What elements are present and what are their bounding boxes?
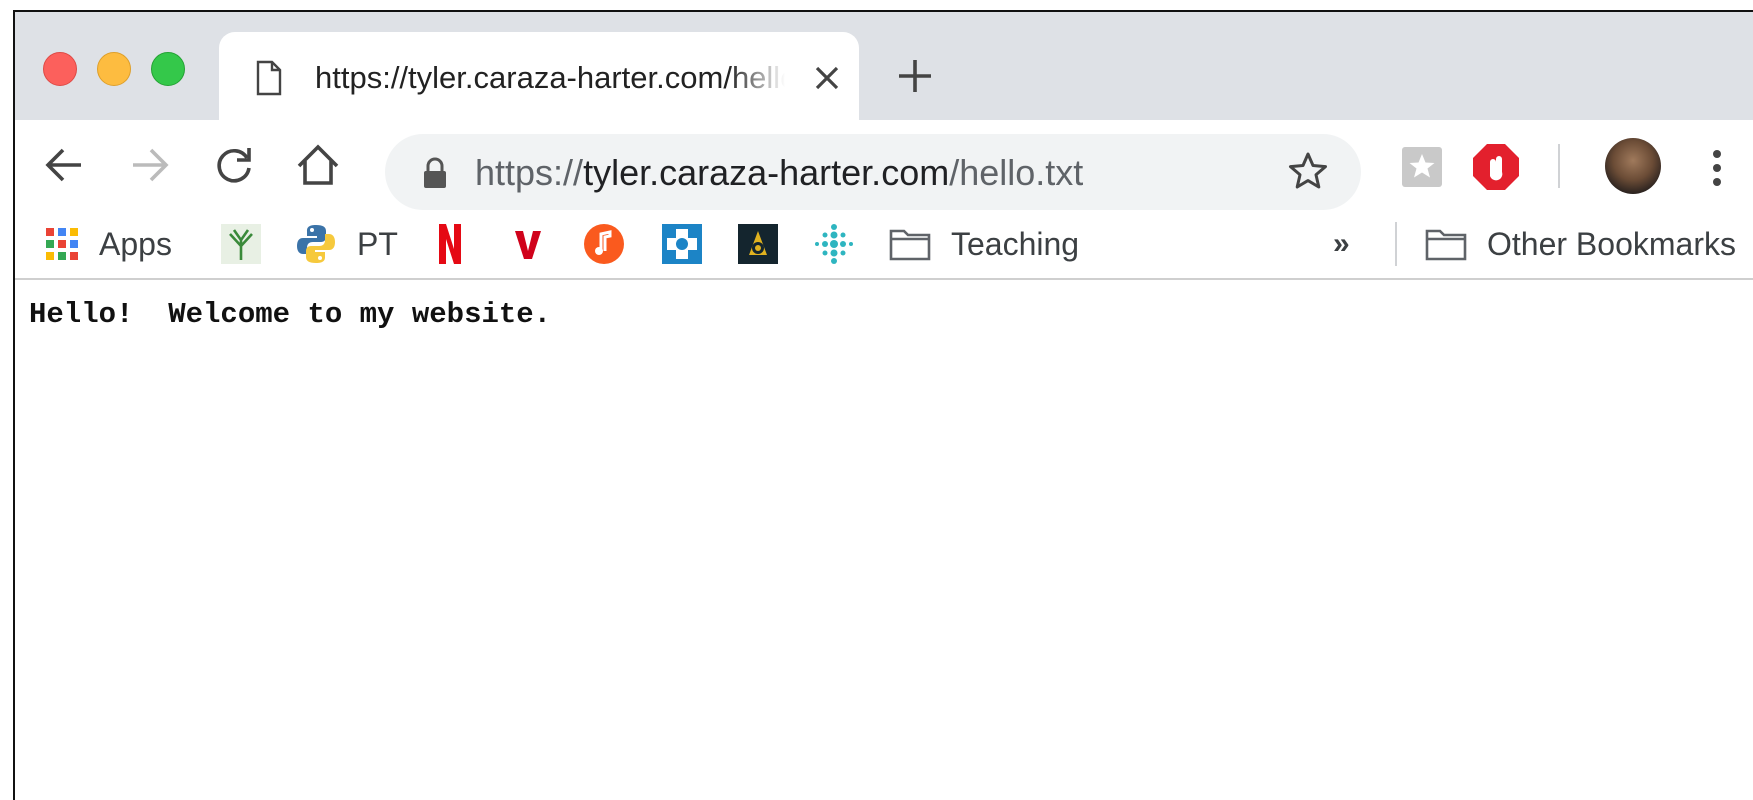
bookmark-label: Apps xyxy=(99,225,172,262)
bookmark-label: Other Bookmarks xyxy=(1487,225,1736,262)
browser-window: https://tyler.caraza-harter.com/hello.tx… xyxy=(13,10,1753,800)
python-icon xyxy=(297,225,335,263)
profile-avatar[interactable] xyxy=(1605,138,1661,194)
url-path: /hello.txt xyxy=(949,152,1084,193)
address-bar[interactable]: https://tyler.caraza-harter.com/hello.tx… xyxy=(385,134,1361,210)
netflix-icon xyxy=(439,224,461,264)
page-icon xyxy=(256,60,282,96)
window-close-button[interactable] xyxy=(43,52,77,86)
forward-icon[interactable] xyxy=(127,142,173,188)
toolbar-separator xyxy=(1558,144,1560,188)
bookmark-plant[interactable] xyxy=(221,220,261,268)
window-minimize-button[interactable] xyxy=(97,52,131,86)
bookmark-extension-icon[interactable] xyxy=(1401,146,1443,188)
fitbit-icon xyxy=(815,224,853,264)
bookmark-label: PT xyxy=(357,225,398,262)
url-host: tyler.caraza-harter.com xyxy=(583,152,950,193)
new-tab-button[interactable] xyxy=(895,56,935,96)
badge-icon xyxy=(738,224,778,264)
bookmark-music[interactable] xyxy=(583,220,625,268)
bookmark-folder-teaching[interactable]: Teaching xyxy=(889,220,1079,268)
tab-strip: https://tyler.caraza-harter.com/hello.tx… xyxy=(15,12,1753,126)
bookmark-star-icon[interactable] xyxy=(1287,150,1329,192)
bookmarks-bar: Apps PT Teaching » Other Bookmarks xyxy=(15,210,1753,280)
bookmarks-overflow-button[interactable]: » xyxy=(1333,220,1350,268)
bookmark-netflix[interactable] xyxy=(437,220,463,268)
bookmark-health[interactable] xyxy=(661,220,703,268)
url-text[interactable]: https://tyler.caraza-harter.com/hello.tx… xyxy=(475,152,1083,194)
bookmark-badge[interactable] xyxy=(737,220,779,268)
adblock-extension-icon[interactable] xyxy=(1471,142,1521,192)
bookmark-apps[interactable]: Apps xyxy=(45,220,172,268)
tab-active[interactable]: https://tyler.caraza-harter.com/hello.tx… xyxy=(219,32,859,126)
vudu-icon xyxy=(515,231,541,259)
music-icon xyxy=(584,224,624,264)
bookmark-fitbit[interactable] xyxy=(813,220,855,268)
home-icon[interactable] xyxy=(295,142,341,188)
folder-icon xyxy=(1425,229,1467,261)
bookmark-vudu[interactable] xyxy=(513,220,543,268)
back-icon[interactable] xyxy=(41,142,87,188)
bookmarks-separator xyxy=(1395,222,1397,266)
apps-grid-icon xyxy=(46,228,78,260)
close-tab-icon[interactable] xyxy=(809,60,845,96)
bookmark-pt[interactable]: PT xyxy=(295,220,398,268)
page-content: Hello! Welcome to my website. xyxy=(15,280,1753,800)
bookmark-label: Teaching xyxy=(951,225,1080,262)
health-icon xyxy=(662,224,702,264)
reload-icon[interactable] xyxy=(211,142,257,188)
tab-title: https://tyler.caraza-harter.com/hello.tx… xyxy=(315,60,785,95)
plant-icon xyxy=(221,224,261,264)
folder-icon xyxy=(889,229,931,261)
bookmark-other-bookmarks[interactable]: Other Bookmarks xyxy=(1425,220,1736,268)
lock-icon[interactable] xyxy=(421,156,449,190)
menu-kebab-icon[interactable] xyxy=(1711,148,1723,188)
window-maximize-button[interactable] xyxy=(151,52,185,86)
overflow-chevron-icon: » xyxy=(1333,227,1350,260)
toolbar: https://tyler.caraza-harter.com/hello.tx… xyxy=(15,120,1753,210)
page-text: Hello! Welcome to my website. xyxy=(29,298,552,331)
url-scheme: https:// xyxy=(475,152,584,193)
